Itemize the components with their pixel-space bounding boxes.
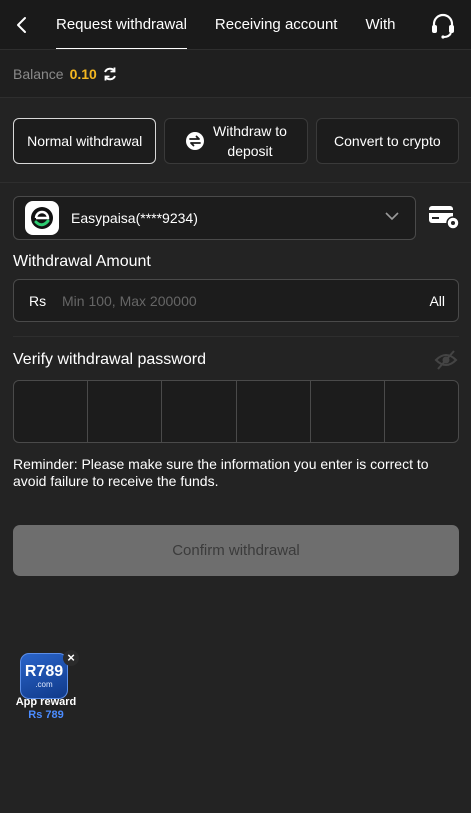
customer-support-button[interactable]	[427, 9, 459, 41]
tab-request-withdrawal[interactable]: Request withdrawal	[42, 0, 201, 49]
eye-off-icon[interactable]	[434, 349, 458, 371]
password-digit-1[interactable]	[14, 381, 89, 442]
reward-logo-sub: .com	[35, 679, 53, 689]
chevron-left-icon	[17, 16, 26, 33]
convert-to-crypto-label: Convert to crypto	[334, 133, 441, 149]
back-button[interactable]	[0, 0, 42, 49]
withdraw-to-deposit-button[interactable]: Withdraw to deposit	[164, 118, 308, 164]
password-label: Verify withdrawal password	[13, 351, 206, 368]
withdrawal-mode-group: Normal withdrawal Withdraw to deposit Co…	[13, 118, 459, 164]
balance-value: 0.10	[69, 65, 97, 82]
password-digit-4[interactable]	[237, 381, 311, 442]
headset-icon	[432, 13, 454, 39]
chevron-down-icon	[385, 211, 399, 221]
balance-row: Balance 0.10	[0, 50, 471, 98]
amount-label: Withdrawal Amount	[13, 253, 151, 270]
receiving-account-select[interactable]: Easypaisa(****9234)	[13, 196, 416, 240]
reward-title: App reward	[15, 696, 77, 708]
r789-logo: R789 .com	[20, 653, 68, 699]
normal-withdrawal-button[interactable]: Normal withdrawal	[13, 118, 157, 164]
convert-to-crypto-button[interactable]: Convert to crypto	[315, 118, 459, 164]
easypaisa-logo	[25, 201, 59, 235]
top-nav: Request withdrawal Receiving account Wit…	[0, 0, 471, 50]
tab-receiving-account[interactable]: Receiving account	[201, 0, 352, 49]
tab-withdrawal-history[interactable]: With	[351, 0, 409, 49]
close-icon[interactable]: ×	[63, 650, 79, 666]
password-input[interactable]	[13, 380, 459, 443]
reminder-text: Reminder: Please make sure the informati…	[13, 456, 429, 489]
refresh-icon[interactable]	[102, 66, 118, 82]
reward-logo-text: R789	[24, 662, 64, 680]
app-reward-badge[interactable]: R789 .com × App reward Rs 789	[12, 650, 80, 724]
password-digit-3[interactable]	[162, 381, 237, 442]
currency-label: Rs	[29, 292, 47, 309]
amount-input[interactable]	[62, 292, 430, 309]
balance-label: Balance	[13, 65, 64, 82]
password-digit-2[interactable]	[88, 381, 163, 442]
card-settings-icon[interactable]	[428, 204, 460, 230]
withdraw-to-deposit-label: Withdraw to deposit	[213, 123, 287, 159]
all-button[interactable]: All	[429, 293, 458, 309]
password-digit-5[interactable]	[311, 381, 385, 442]
exchange-icon	[185, 131, 205, 151]
divider	[13, 336, 459, 337]
confirm-withdrawal-button[interactable]: Confirm withdrawal	[13, 525, 459, 576]
amount-input-box: Rs All	[13, 279, 459, 322]
password-digit-6[interactable]	[385, 381, 458, 442]
account-name: Easypaisa(****9234)	[71, 210, 198, 226]
normal-withdrawal-label: Normal withdrawal	[27, 133, 143, 149]
reward-amount: Rs 789	[28, 709, 64, 721]
divider	[0, 182, 471, 183]
